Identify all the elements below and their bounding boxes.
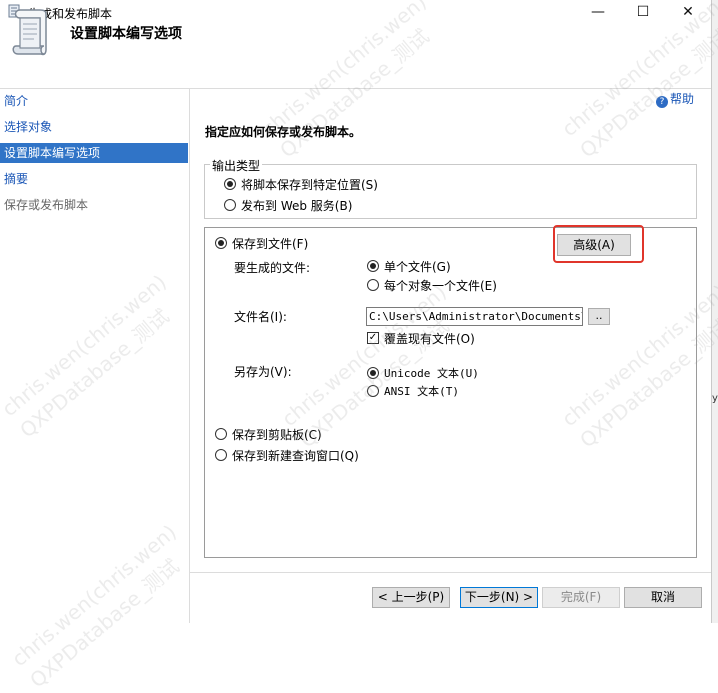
advanced-button[interactable]: 高级(A) <box>557 234 631 256</box>
save-to-query-window-label[interactable]: 保存到新建查询窗口(Q) <box>232 447 359 464</box>
output-type-legend: 输出类型 <box>210 157 263 174</box>
scroll-icon <box>12 9 47 56</box>
instruction-text: 指定应如何保存或发布脚本。 <box>205 125 362 139</box>
single-file-radio[interactable] <box>367 260 379 272</box>
save-to-clipboard-radio[interactable] <box>215 428 227 440</box>
filename-label: 文件名(I): <box>234 310 287 324</box>
footer-divider <box>190 572 711 573</box>
minimize-icon: — <box>591 4 605 20</box>
overwrite-label[interactable]: 覆盖现有文件(O) <box>384 330 475 347</box>
finish-button: 完成(F) <box>542 587 620 608</box>
page-title: 设置脚本编写选项 <box>70 26 182 42</box>
background-window-text: y <box>712 393 718 404</box>
help-label: 帮助 <box>670 92 695 106</box>
minimize-button[interactable]: — <box>575 0 621 24</box>
ansi-label[interactable]: ANSI 文本(T) <box>384 383 459 399</box>
check-icon: ✓ <box>368 332 378 343</box>
publish-web-label[interactable]: 发布到 Web 服务(B) <box>241 197 352 214</box>
save-to-location-radio[interactable] <box>224 178 236 190</box>
save-to-file-label[interactable]: 保存到文件(F) <box>232 235 308 252</box>
unicode-label[interactable]: Unicode 文本(U) <box>384 365 479 381</box>
publish-web-radio[interactable] <box>224 199 236 211</box>
save-to-location-label[interactable]: 将脚本保存到特定位置(S) <box>241 176 378 193</box>
background-window-edge <box>711 0 718 623</box>
sidebar-divider <box>189 89 190 623</box>
next-button[interactable]: 下一步(N) > <box>460 587 538 608</box>
close-button[interactable]: ✕ <box>665 0 711 24</box>
sidebar-item-save-publish: 保存或发布脚本 <box>4 198 89 212</box>
previous-button[interactable]: < 上一步(P) <box>372 587 450 608</box>
close-icon: ✕ <box>682 4 694 20</box>
unicode-radio[interactable] <box>367 367 379 379</box>
sidebar-item-intro[interactable]: 简介 <box>0 91 188 111</box>
save-to-file-radio[interactable] <box>215 237 227 249</box>
save-as-label: 另存为(V): <box>234 365 292 379</box>
files-to-generate-label: 要生成的文件: <box>234 261 311 275</box>
help-icon: ? <box>656 96 668 108</box>
ansi-radio[interactable] <box>367 385 379 397</box>
maximize-button[interactable]: ☐ <box>620 0 666 24</box>
file-per-object-radio[interactable] <box>367 279 379 291</box>
file-per-object-label[interactable]: 每个对象一个文件(E) <box>384 277 497 294</box>
sidebar-item-summary[interactable]: 摘要 <box>0 169 188 189</box>
single-file-label[interactable]: 单个文件(G) <box>384 258 451 275</box>
maximize-icon: ☐ <box>636 4 650 20</box>
help-link[interactable]: ? 帮助 <box>656 90 694 108</box>
sidebar-item-choose-objects[interactable]: 选择对象 <box>0 117 188 137</box>
save-to-clipboard-label[interactable]: 保存到剪贴板(C) <box>232 426 322 443</box>
cancel-button[interactable]: 取消 <box>624 587 702 608</box>
browse-button[interactable]: .. <box>588 308 610 325</box>
save-to-query-window-radio[interactable] <box>215 449 227 461</box>
sidebar-item-scripting-options[interactable]: 设置脚本编写选项 <box>0 143 188 163</box>
overwrite-checkbox[interactable]: ✓ <box>367 332 379 344</box>
filename-input[interactable]: C:\Users\Administrator\Documents\sc <box>366 307 583 326</box>
